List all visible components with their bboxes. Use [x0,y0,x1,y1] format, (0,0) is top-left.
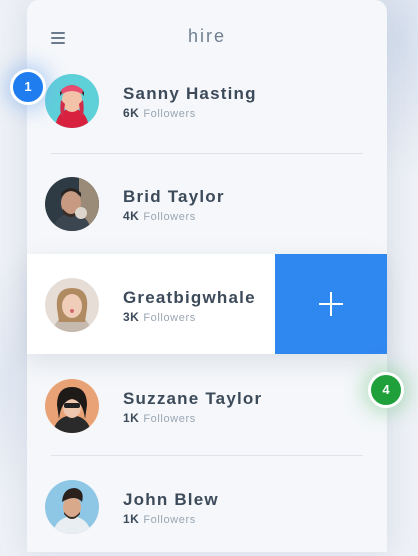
avatar [45,74,99,128]
user-name: Suzzane Taylor [123,389,263,408]
step-badge-1: 1 [10,69,46,105]
user-name: Sanny Hasting [123,84,257,103]
follower-count: 3K Followers [123,310,196,324]
avatar [45,379,99,433]
follower-count: 1K Followers [123,512,196,526]
follower-count: 1K Followers [123,411,196,425]
user-name: John Blew [123,490,219,509]
follower-count: 6K Followers [123,106,196,120]
user-row[interactable]: John Blew 1K Followers [27,456,387,556]
avatar [45,278,99,332]
app-screen: hire Sanny Hasting 6K Followers Brid Tay… [27,0,387,552]
avatar [45,177,99,231]
step-badge-4: 4 [368,372,404,408]
user-row[interactable]: Suzzane Taylor 1K Followers [27,355,387,455]
user-row-selected[interactable]: Greatbigwhale 3K Followers [27,254,387,354]
follower-count: 4K Followers [123,209,196,223]
app-title: hire [187,26,226,46]
avatar [45,480,99,534]
user-name: Brid Taylor [123,187,225,206]
add-user-button[interactable] [275,254,387,354]
user-row[interactable]: Sanny Hasting 6K Followers [27,50,387,150]
user-name: Greatbigwhale [123,288,256,307]
user-row[interactable]: Brid Taylor 4K Followers [27,153,387,253]
